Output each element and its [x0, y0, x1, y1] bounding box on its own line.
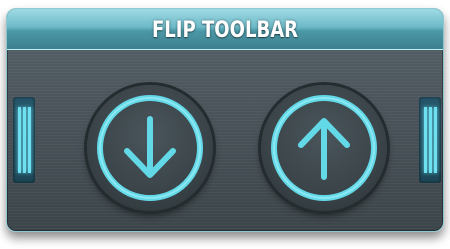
flip-toolbar-panel: FLIP TOOLBAR: [6, 8, 444, 232]
grip-line: [18, 107, 21, 173]
grip-line: [23, 107, 26, 173]
grip-line: [424, 107, 427, 173]
toolbar-title-bar[interactable]: FLIP TOOLBAR: [7, 9, 443, 50]
flip-up-button[interactable]: [261, 85, 387, 211]
arrow-up-icon: [271, 95, 377, 201]
left-drag-handle[interactable]: [13, 97, 35, 183]
arrow-down-icon: [97, 95, 203, 201]
flip-down-button[interactable]: [87, 85, 213, 211]
toolbar-title: FLIP TOOLBAR: [151, 18, 299, 43]
grip-line: [429, 107, 432, 173]
grip-line: [28, 107, 31, 173]
right-drag-handle[interactable]: [419, 97, 441, 183]
grip-line: [434, 107, 437, 173]
